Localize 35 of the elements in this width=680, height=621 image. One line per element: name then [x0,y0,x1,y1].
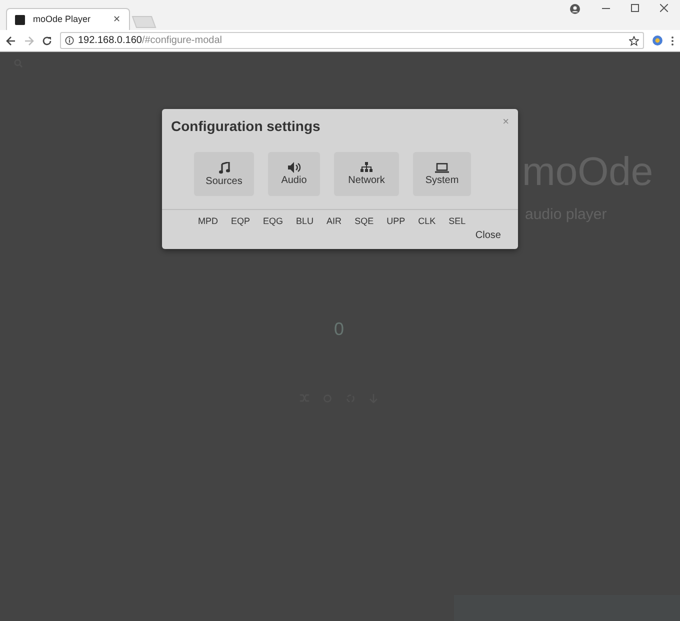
star-icon[interactable] [629,36,639,46]
settings-link[interactable]: SEL [448,215,466,228]
settings-tile[interactable]: Network [334,152,399,196]
info-icon [65,36,74,45]
address-bar[interactable]: 192.168.0.160/#configure-modal [60,32,644,49]
menu-icon[interactable] [671,36,674,46]
minimize-icon[interactable] [602,8,610,10]
settings-tile[interactable]: Sources [194,152,254,196]
reload-icon[interactable] [42,36,52,46]
tab-title: moOde Player [33,12,92,26]
dialog-title: Configuration settings [171,117,320,136]
extension-icon[interactable] [652,35,663,46]
favicon-icon [15,14,25,24]
close-icon[interactable] [660,4,668,12]
settings-tile[interactable]: Audio [268,152,320,196]
settings-link[interactable]: CLK [418,215,436,228]
url-text: 192.168.0.160/#configure-modal [78,34,223,48]
speaker-icon [288,162,300,173]
sitemap-icon [360,162,373,173]
settings-link[interactable]: MPD [198,215,218,228]
browser-tab[interactable]: moOde Player ✕ [6,8,130,30]
settings-link[interactable]: SQE [354,215,374,228]
close-button[interactable]: Close [475,228,501,242]
close-tab-icon[interactable]: ✕ [113,12,121,26]
settings-link[interactable]: AIR [326,215,342,228]
settings-link[interactable]: EQG [263,215,284,228]
profile-icon[interactable] [570,4,580,14]
back-icon[interactable] [6,36,16,46]
maximize-icon[interactable] [631,4,639,12]
settings-link[interactable]: UPP [386,215,406,228]
laptop-icon [435,162,449,172]
settings-link[interactable]: BLU [296,215,314,228]
settings-link[interactable]: EQP [231,215,250,228]
settings-tile[interactable]: System [413,152,471,196]
music-note-icon [218,162,230,174]
